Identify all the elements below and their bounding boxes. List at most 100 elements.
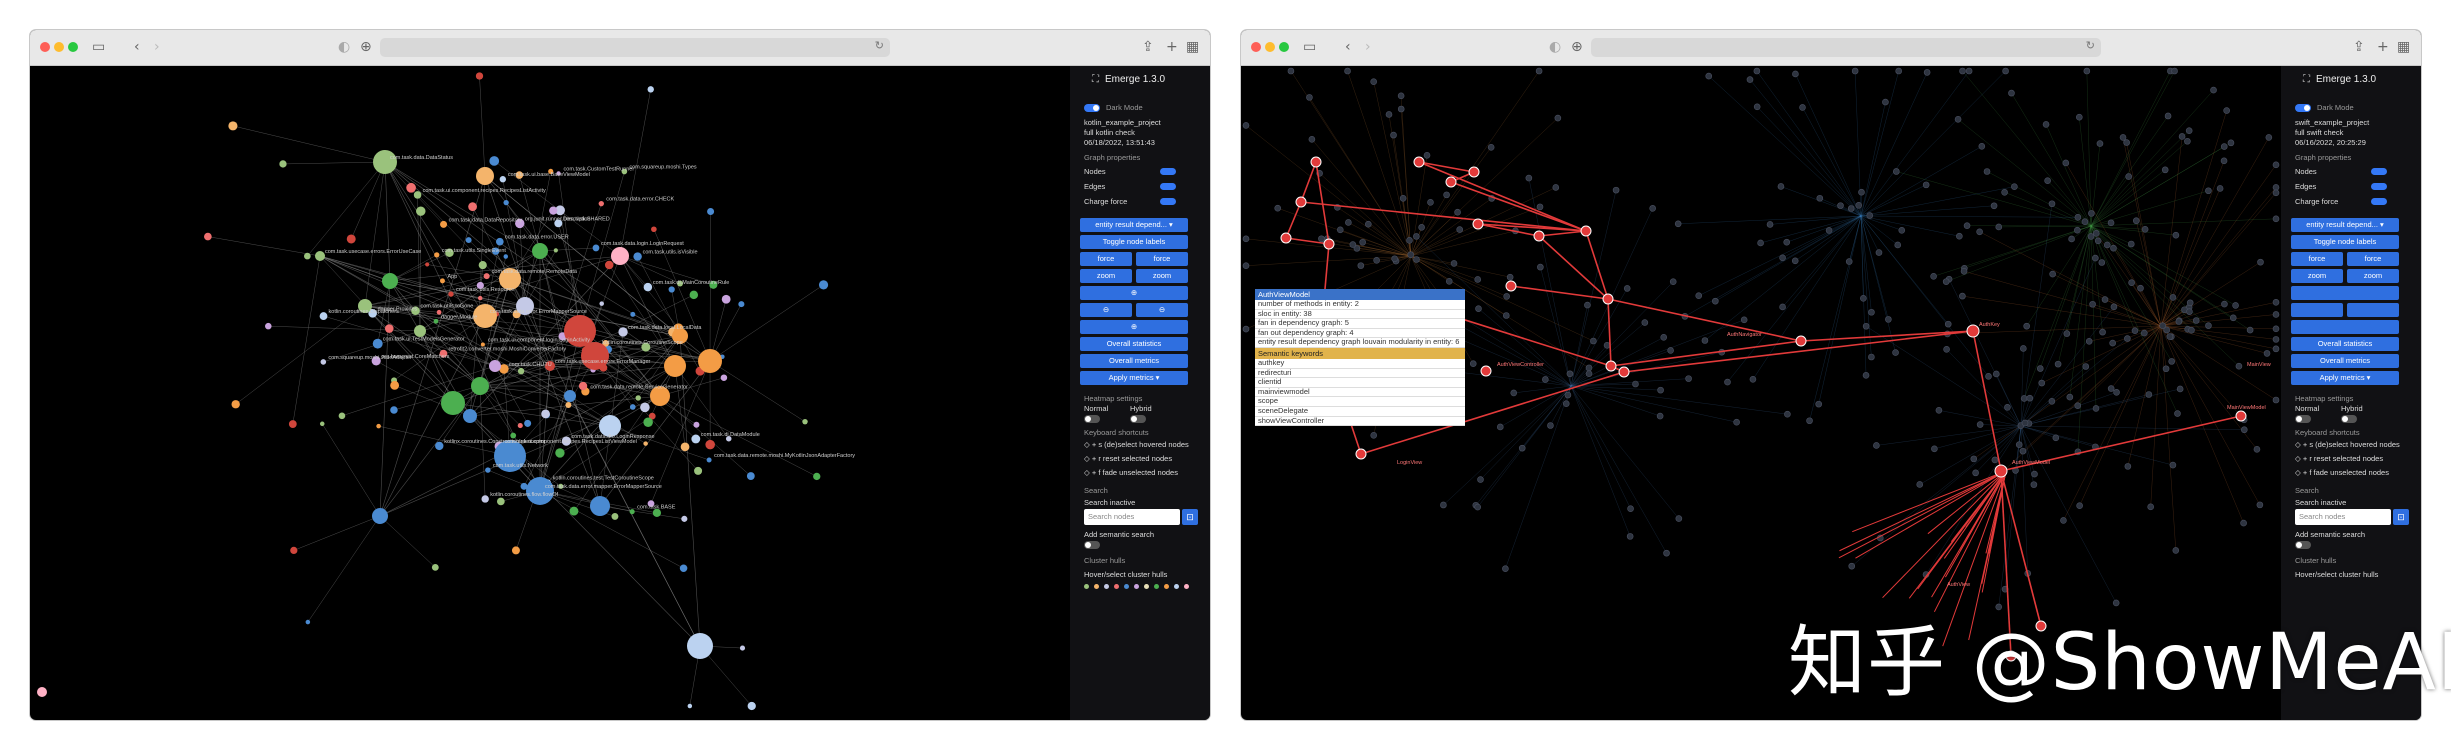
zoom-in-button[interactable]: zoom xyxy=(2347,269,2399,283)
zoom-window-button[interactable] xyxy=(68,42,78,52)
cluster-hulls-heading: Cluster hulls xyxy=(2295,556,2337,565)
sidebar-icon[interactable]: ▭ xyxy=(1303,38,1316,56)
center-button[interactable]: ⊕ xyxy=(1080,286,1188,300)
expand-button[interactable] xyxy=(2347,303,2399,317)
force-increase-button[interactable]: force xyxy=(2347,252,2399,266)
expand-icon: ⛶ xyxy=(2303,74,2310,85)
zoom-window-button[interactable] xyxy=(1279,42,1289,52)
close-window-button[interactable] xyxy=(40,42,50,52)
force-decrease-button[interactable]: force xyxy=(2291,252,2343,266)
heatmap-heading: Heatmap settings xyxy=(2295,394,2354,403)
overall-statistics-button[interactable]: Overall statistics xyxy=(1080,337,1188,351)
center-button[interactable] xyxy=(2291,286,2399,300)
search-submit-icon[interactable]: ⊡ xyxy=(1182,509,1198,525)
dark-mode-toggle[interactable] xyxy=(2295,104,2311,112)
sidebar-icon[interactable]: ▭ xyxy=(92,38,105,56)
new-tab-icon[interactable]: + xyxy=(1166,38,1178,56)
privacy-shield-icon[interactable]: ◐ xyxy=(338,38,350,56)
semantic-search-toggle[interactable] xyxy=(1084,541,1100,549)
share-icon[interactable]: ⇪ xyxy=(2353,38,2365,56)
zoom-out-button[interactable]: zoom xyxy=(1080,269,1132,283)
forward-icon[interactable]: › xyxy=(1365,38,1371,56)
cluster-hulls-label: Hover/select cluster hulls xyxy=(1084,570,1168,579)
new-tab-icon[interactable]: + xyxy=(2377,38,2389,56)
metric-dropdown[interactable]: entity result depend... ▾ xyxy=(1080,218,1188,232)
back-icon[interactable]: ‹ xyxy=(134,38,140,56)
nodes-badge xyxy=(2371,168,2387,175)
search-submit-icon[interactable]: ⊡ xyxy=(2393,509,2409,525)
contract-button[interactable] xyxy=(2291,303,2343,317)
info-popup-title: AuthViewModel xyxy=(1255,289,1465,300)
expand-button[interactable]: ⊖ xyxy=(1136,303,1188,317)
overall-metrics-button[interactable]: Overall metrics xyxy=(2291,354,2399,368)
close-window-button[interactable] xyxy=(1251,42,1261,52)
search-input[interactable]: Search nodes xyxy=(1084,509,1180,525)
search-input[interactable]: Search nodes xyxy=(2295,509,2391,525)
info-row: entity result dependency graph louvain m… xyxy=(1255,338,1465,348)
overall-metrics-button[interactable]: Overall metrics xyxy=(1080,354,1188,368)
node-label: com.task.utils.isVisible xyxy=(643,250,698,256)
reload-icon[interactable]: ↻ xyxy=(2086,39,2095,52)
node-label: com.task.data.remote.moshi.MyKotlinJsonA… xyxy=(714,453,855,459)
node-label: AuthKey xyxy=(1979,322,2000,328)
zoom-out-button[interactable]: zoom xyxy=(2291,269,2343,283)
nodes-label: Nodes xyxy=(1084,167,1106,176)
share-icon[interactable]: ⇪ xyxy=(1142,38,1154,56)
toggle-node-labels-button[interactable]: Toggle node labels xyxy=(1080,235,1188,249)
forward-icon[interactable]: › xyxy=(154,38,160,56)
keyword-row: clientid xyxy=(1255,378,1465,388)
apply-metrics-dropdown[interactable]: Apply metrics ▾ xyxy=(2291,371,2399,385)
node-label: com.task.ui.component.login.LoginActivit… xyxy=(488,337,590,343)
tab-overview-icon[interactable]: ▦ xyxy=(2397,38,2410,56)
heatmap-normal-toggle[interactable] xyxy=(1084,415,1100,423)
zoom-in-button[interactable]: zoom xyxy=(1136,269,1188,283)
privacy-shield-icon[interactable]: ◐ xyxy=(1549,38,1561,56)
shortcut-select: ◇ + s (de)select hovered nodes xyxy=(1084,440,1189,449)
cluster-color-swatches[interactable] xyxy=(1084,584,1194,589)
tab-overview-icon[interactable]: ▦ xyxy=(1186,38,1199,56)
apply-metrics-dropdown[interactable]: Apply metrics ▾ xyxy=(1080,371,1188,385)
reset-button[interactable] xyxy=(2291,320,2399,334)
heatmap-normal-toggle[interactable] xyxy=(2295,415,2311,423)
dark-mode-toggle[interactable] xyxy=(1084,104,1100,112)
keyword-row: sceneDelegate xyxy=(1255,407,1465,417)
keyword-row: redirecturi xyxy=(1255,369,1465,379)
heatmap-hybrid-label: Hybrid xyxy=(1130,404,1152,413)
metric-dropdown[interactable]: entity result depend... ▾ xyxy=(2291,218,2399,232)
node-label: retrofit2.converter.moshi.MoshiConverter… xyxy=(448,347,566,353)
minimize-window-button[interactable] xyxy=(54,42,64,52)
address-bar[interactable]: ↻ xyxy=(380,38,890,57)
heatmap-hybrid-label: Hybrid xyxy=(2341,404,2363,413)
extension-icon[interactable]: ⊕ xyxy=(1571,38,1583,56)
node-label: AuthView xyxy=(1947,582,1970,588)
back-icon[interactable]: ‹ xyxy=(1345,38,1351,56)
charge-force-badge xyxy=(1160,198,1176,205)
reload-icon[interactable]: ↻ xyxy=(875,39,884,52)
semantic-search-toggle[interactable] xyxy=(2295,541,2311,549)
overall-statistics-button[interactable]: Overall statistics xyxy=(2291,337,2399,351)
check-name: full swift check xyxy=(2295,128,2344,137)
charge-force-label: Charge force xyxy=(2295,197,2339,206)
force-increase-button[interactable]: force xyxy=(1136,252,1188,266)
reset-button[interactable]: ⊕ xyxy=(1080,320,1188,334)
keyword-row: showViewController xyxy=(1255,417,1465,427)
node-label: MainViewModel xyxy=(2227,405,2266,411)
contract-button[interactable]: ⊖ xyxy=(1080,303,1132,317)
toggle-node-labels-button[interactable]: Toggle node labels xyxy=(2291,235,2399,249)
node-label: AuthViewController xyxy=(1497,362,1544,368)
heatmap-hybrid-toggle[interactable] xyxy=(2341,415,2357,423)
heatmap-hybrid-toggle[interactable] xyxy=(1130,415,1146,423)
edges-badge xyxy=(1160,183,1176,190)
node-label: org.junit.runner.Description xyxy=(525,216,591,222)
force-decrease-button[interactable]: force xyxy=(1080,252,1132,266)
node-label: com.task.data.DataStatus xyxy=(390,155,453,161)
node-label: com.task.data.error.USER xyxy=(505,235,569,241)
browser-window-left: ▭ ‹ › ◐ ⊕ ↻ ⇪ + ▦ com.task.utils.Network… xyxy=(30,30,1210,720)
extension-icon[interactable]: ⊕ xyxy=(360,38,372,56)
timestamp: 06/16/2022, 20:25:29 xyxy=(2295,138,2366,147)
emerge-control-panel: ⛶ Emerge 1.3.0 Dark Mode kotlin_example_… xyxy=(1070,66,1210,720)
address-bar[interactable]: ↻ xyxy=(1591,38,2101,57)
dependency-graph-canvas[interactable]: com.task.utils.NetworkAppdagger.Provides… xyxy=(30,66,1070,720)
minimize-window-button[interactable] xyxy=(1265,42,1275,52)
node-label: AuthNavigator xyxy=(1727,332,1762,338)
